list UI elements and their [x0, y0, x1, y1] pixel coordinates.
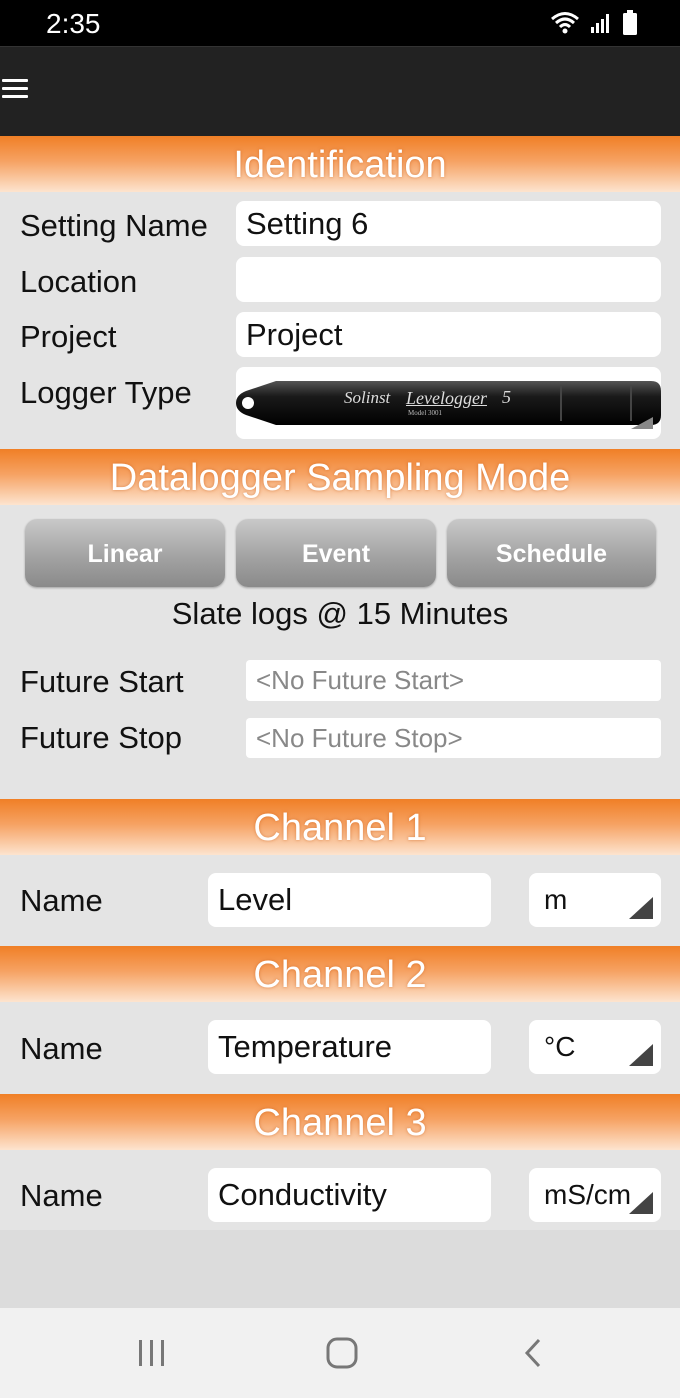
channel-1-name-input[interactable]: Level	[208, 873, 491, 927]
logger-type-label: Logger Type	[20, 375, 192, 410]
section-header-channel-1: Channel 1	[0, 799, 680, 855]
channel-1-name-value: Level	[218, 882, 293, 917]
setting-name-label: Setting Name	[20, 208, 208, 243]
future-start-label: Future Start	[20, 664, 184, 699]
channel-1-unit-value: m	[544, 884, 568, 915]
project-label: Project	[20, 319, 117, 354]
channel-3-unit-value: mS/cm	[544, 1179, 632, 1210]
event-button[interactable]: Event	[236, 519, 436, 587]
logger-model-suffix: 5	[502, 387, 511, 407]
setting-name-input[interactable]: Setting 6	[236, 201, 661, 246]
future-stop-label: Future Stop	[20, 720, 182, 755]
status-icons	[550, 10, 638, 36]
channel-1-unit-select[interactable]: m	[529, 873, 661, 927]
back-icon[interactable]	[521, 1337, 545, 1369]
dropdown-corner-icon	[629, 1044, 653, 1066]
channel-2-unit-value: °C	[544, 1031, 576, 1062]
logger-model-text: Levelogger	[406, 388, 487, 408]
linear-button[interactable]: Linear	[25, 519, 225, 587]
channel-3-unit-select[interactable]: mS/cm	[529, 1168, 661, 1222]
future-stop-input[interactable]: <No Future Stop>	[246, 718, 661, 758]
section-header-channel-2: Channel 2	[0, 946, 680, 1002]
channel-2-name-value: Temperature	[218, 1029, 393, 1064]
project-value: Project	[246, 316, 343, 352]
battery-icon	[623, 10, 637, 35]
system-nav-bar	[0, 1308, 680, 1398]
section-header-sampling-mode: Datalogger Sampling Mode	[0, 449, 680, 505]
channel-2-unit-select[interactable]: °C	[529, 1020, 661, 1074]
future-stop-placeholder: <No Future Stop>	[256, 722, 463, 753]
wifi-icon	[551, 12, 579, 34]
section-header-identification: Identification	[0, 136, 680, 192]
schedule-button[interactable]: Schedule	[447, 519, 656, 587]
logger-brand-text: Solinst	[344, 388, 391, 407]
channel-3-name-value: Conductivity	[218, 1177, 387, 1212]
location-label: Location	[20, 264, 138, 299]
channel-3-name-label: Name	[20, 1178, 103, 1213]
signal-icon	[591, 14, 609, 33]
sampling-summary: Slate logs @ 15 Minutes	[171, 596, 509, 631]
channel-2-name-input[interactable]: Temperature	[208, 1020, 491, 1074]
dropdown-corner-icon	[629, 897, 653, 919]
section-header-channel-3: Channel 3	[0, 1094, 680, 1150]
project-input[interactable]: Project	[236, 312, 661, 357]
dropdown-corner-icon	[629, 1192, 653, 1214]
logger-type-selector[interactable]: Solinst Levelogger 5 Model 3001	[236, 367, 661, 439]
app-bar	[0, 46, 680, 136]
channel-2-name-label: Name	[20, 1031, 103, 1066]
channel-3-name-input[interactable]: Conductivity	[208, 1168, 491, 1222]
channel-1-name-label: Name	[20, 883, 103, 918]
home-icon[interactable]	[326, 1337, 358, 1369]
status-time: 2:35	[46, 8, 101, 39]
recent-apps-icon[interactable]	[136, 1338, 168, 1368]
content-bottom-spacer	[0, 1230, 680, 1308]
logger-model-number: Model 3001	[408, 409, 443, 417]
future-start-placeholder: <No Future Start>	[256, 665, 465, 695]
status-bar: 2:35	[0, 0, 680, 46]
hamburger-menu-icon[interactable]	[2, 79, 28, 99]
future-start-input[interactable]: <No Future Start>	[246, 660, 661, 701]
location-input[interactable]	[236, 257, 661, 302]
setting-name-value: Setting 6	[246, 205, 369, 241]
